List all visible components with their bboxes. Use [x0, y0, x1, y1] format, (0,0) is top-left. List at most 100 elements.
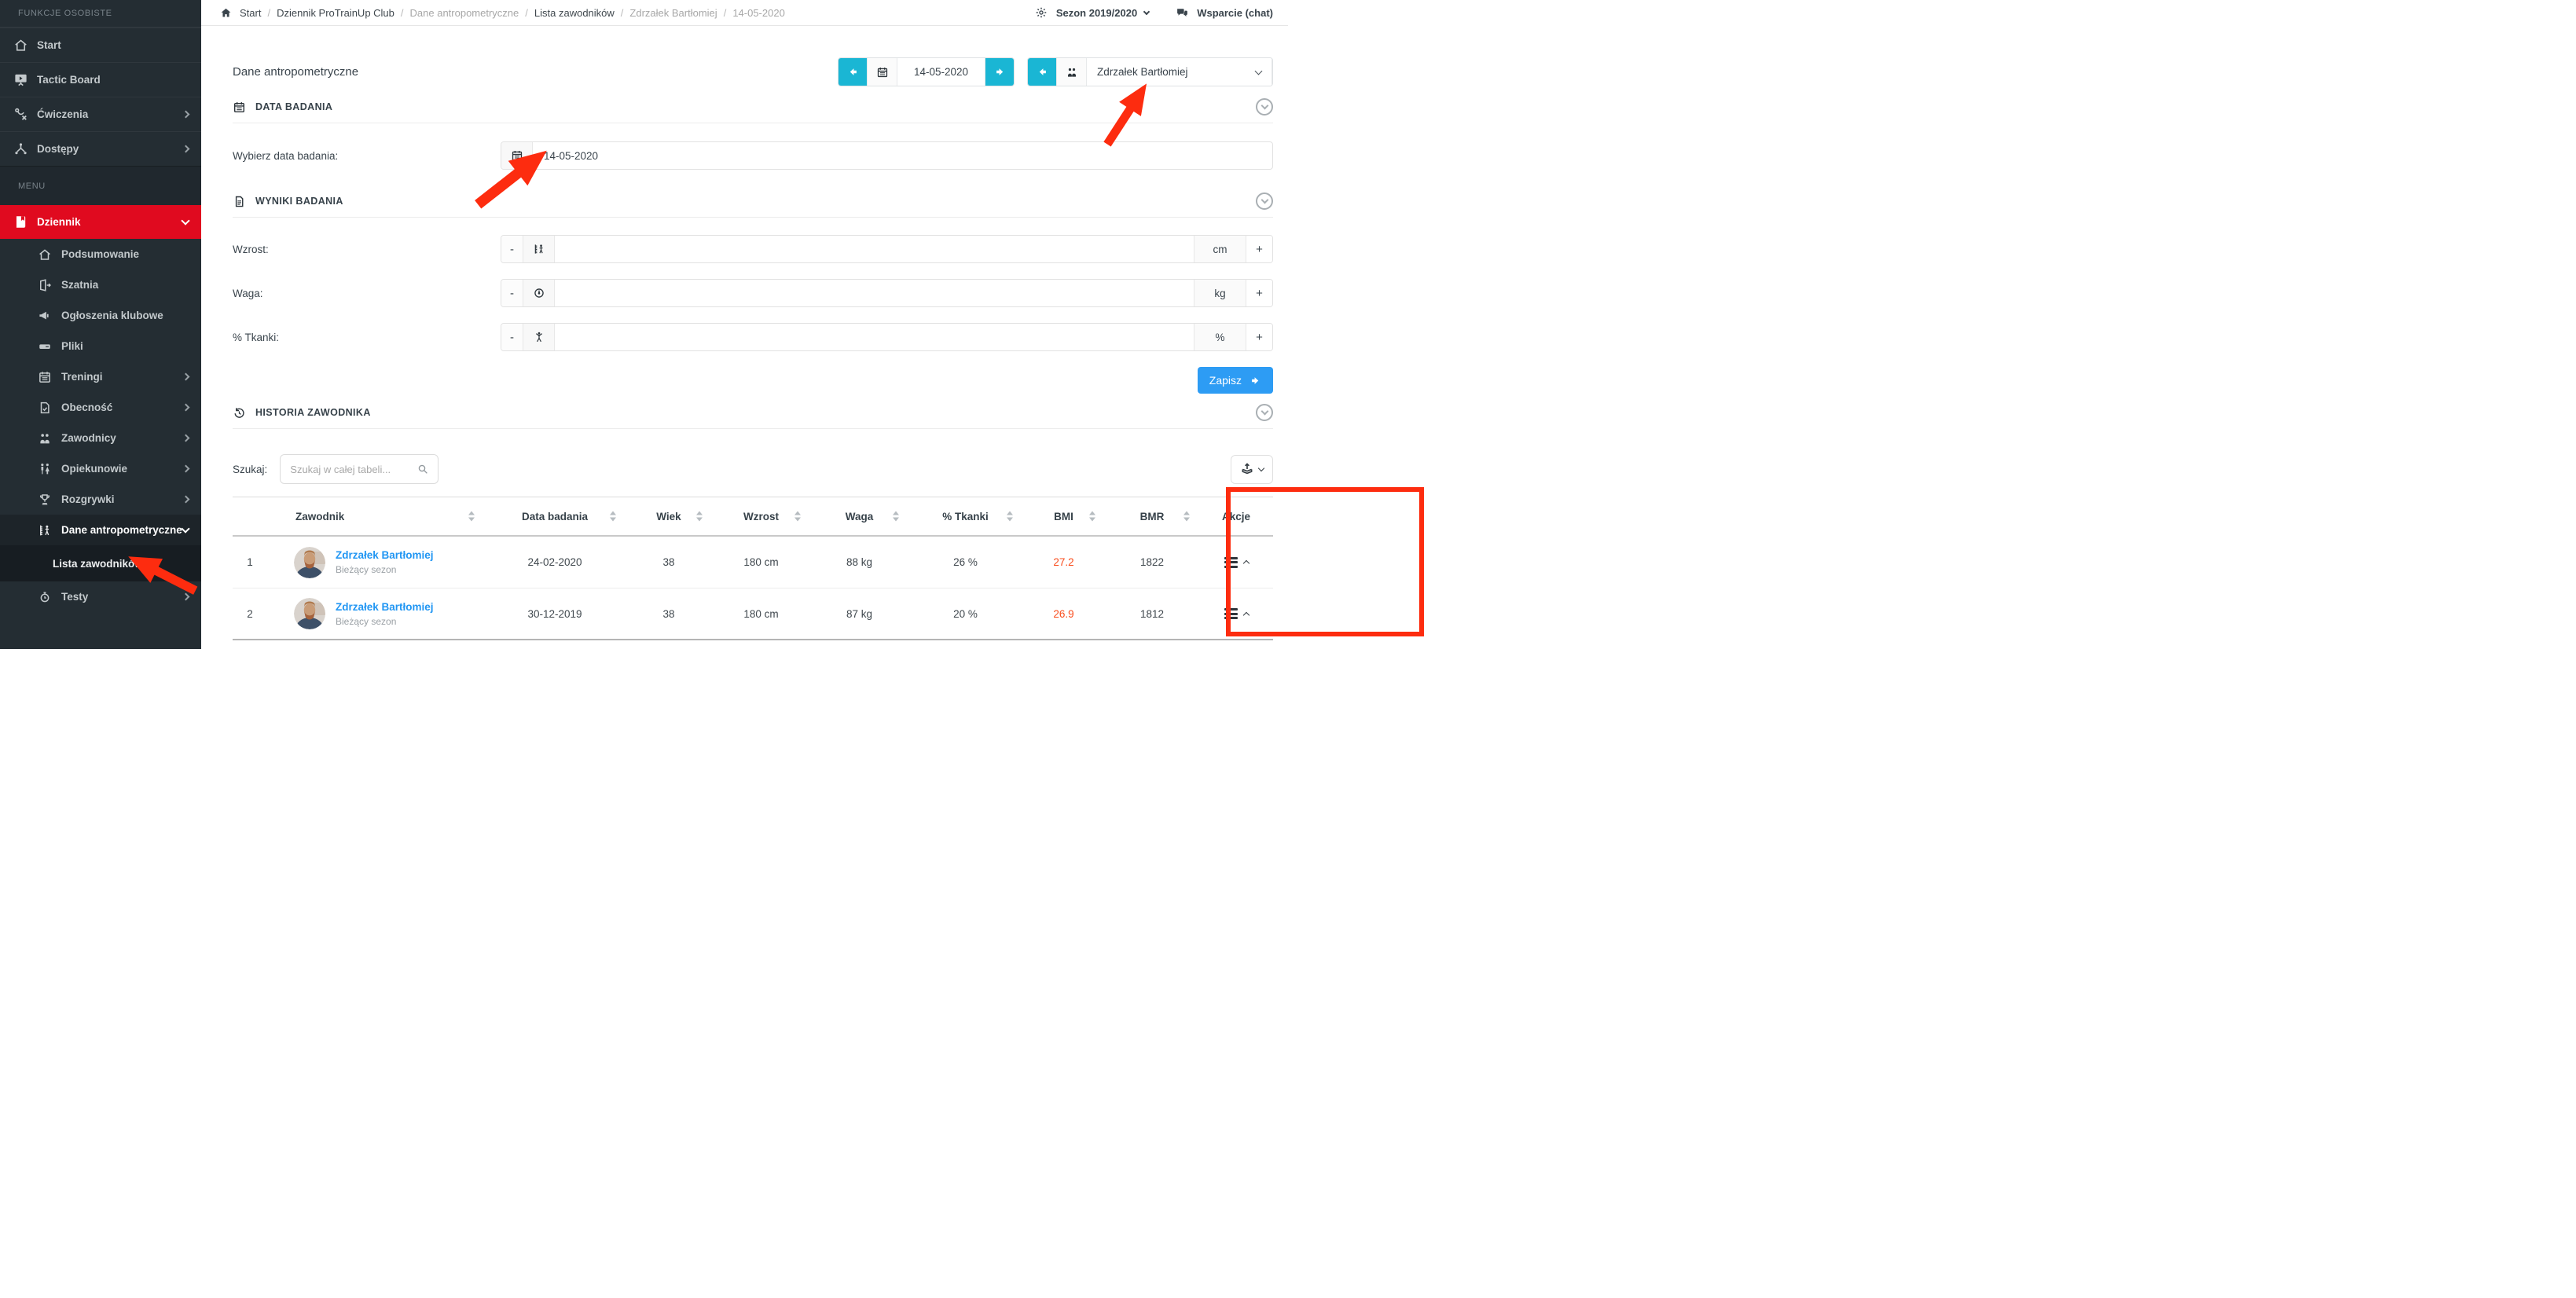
cell-date: 24-02-2020	[484, 556, 626, 568]
row-actions-button[interactable]	[1199, 557, 1273, 568]
chevron-up-icon	[1242, 611, 1249, 618]
search-box	[280, 454, 439, 484]
sidebar-item-label: Treningi	[61, 371, 103, 383]
breadcrumb-item[interactable]: Zdrzałek Bartłomiej	[629, 7, 717, 19]
height-ruler-icon	[523, 236, 555, 262]
calendar-button[interactable]	[867, 58, 897, 86]
next-date-button[interactable]	[985, 58, 1014, 86]
sidebar-item-ogloszenia[interactable]: Ogłoszenia klubowe	[0, 300, 201, 331]
table-header-bmi[interactable]: BMI	[1022, 511, 1105, 522]
sidebar-item-pliki[interactable]: Pliki	[0, 331, 201, 361]
weight-input[interactable]	[555, 280, 1194, 306]
date-field[interactable]: 14-05-2020	[897, 58, 985, 86]
sidebar-item-label: Obecność	[61, 402, 112, 413]
sidebar-item-obecnosc[interactable]: Obecność	[0, 392, 201, 423]
stopwatch-icon	[37, 590, 53, 604]
collapse-section-button[interactable]	[1256, 98, 1273, 116]
increment-button[interactable]: +	[1246, 280, 1272, 306]
sidebar: FUNKCJE OSOBISTE Start Tactic Board Ćwic…	[0, 0, 201, 649]
height-input[interactable]	[555, 236, 1194, 262]
table-header-bmr[interactable]: BMR	[1105, 511, 1199, 522]
sidebar-item-podsumowanie[interactable]: Podsumowanie	[0, 239, 201, 270]
home-icon	[13, 38, 28, 53]
sidebar-item-testy[interactable]: Testy	[0, 581, 201, 612]
support-chat-link[interactable]: Wsparcie (chat)	[1197, 7, 1273, 19]
collapse-section-button[interactable]	[1256, 404, 1273, 421]
breadcrumb-item[interactable]: Dziennik ProTrainUp Club	[277, 7, 394, 19]
collapse-section-button[interactable]	[1256, 192, 1273, 210]
player-select-value: Zdrzałek Bartłomiej	[1097, 66, 1188, 78]
sidebar-item-label: Testy	[61, 591, 88, 603]
prev-date-button[interactable]	[838, 58, 867, 86]
book-icon	[13, 214, 28, 229]
sidebar-item-tactic-board[interactable]: Tactic Board	[0, 62, 201, 97]
cell-height: 180 cm	[712, 608, 810, 620]
section-title: HISTORIA ZAWODNIKA	[255, 407, 371, 418]
sidebar-item-dane-antropometryczne[interactable]: Dane antropometryczne	[0, 515, 201, 545]
sidebar-item-rozgrywki[interactable]: Rozgrywki	[0, 484, 201, 515]
table-header-wzrost[interactable]: Wzrost	[712, 511, 810, 522]
megaphone-icon	[37, 309, 53, 323]
increment-button[interactable]: +	[1246, 324, 1272, 350]
export-button[interactable]	[1231, 455, 1273, 484]
home-icon[interactable]	[218, 7, 233, 19]
sort-icon	[610, 512, 616, 522]
sort-icon	[1007, 512, 1013, 522]
sidebar-item-lista-zawodnikow[interactable]: Lista zawodników	[0, 545, 201, 581]
history-icon	[233, 406, 246, 420]
breadcrumb-item[interactable]: Lista zawodników	[534, 7, 615, 19]
calendar-icon[interactable]	[501, 142, 533, 169]
cell-age: 38	[626, 556, 712, 568]
search-input[interactable]	[290, 464, 416, 475]
sidebar-item-zawodnicy[interactable]: Zawodnicy	[0, 423, 201, 453]
sidebar-item-szatnia[interactable]: Szatnia	[0, 270, 201, 300]
table-header-zawodnik[interactable]: Zawodnik	[267, 511, 484, 522]
breadcrumb-separator: /	[401, 7, 404, 19]
save-button[interactable]: Zapisz	[1198, 367, 1273, 394]
fat-input[interactable]	[555, 324, 1194, 350]
calendar-grid-icon	[233, 101, 246, 114]
avatar[interactable]	[294, 547, 325, 578]
decrement-button[interactable]: -	[501, 280, 523, 306]
sidebar-item-treningi[interactable]: Treningi	[0, 361, 201, 392]
decrement-button[interactable]: -	[501, 324, 523, 350]
sort-icon	[1183, 512, 1190, 522]
decrement-button[interactable]: -	[501, 236, 523, 262]
row-actions-button[interactable]	[1199, 608, 1273, 619]
row-number: 1	[233, 556, 267, 568]
sidebar-item-dostepy[interactable]: Dostępy	[0, 131, 201, 166]
date-field-label: Wybierz data badania:	[233, 150, 501, 162]
sidebar-item-opiekunowie[interactable]: Opiekunowie	[0, 453, 201, 484]
player-select[interactable]: Zdrzałek Bartłomiej	[1087, 58, 1272, 86]
exam-date-input[interactable]	[533, 150, 1272, 162]
sidebar-item-label: Zawodnicy	[61, 432, 116, 444]
prev-player-button[interactable]	[1028, 58, 1056, 86]
breadcrumb-separator: /	[621, 7, 624, 19]
height-measure-icon	[37, 523, 53, 537]
player-name-link[interactable]: Zdrzałek Bartłomiej	[336, 601, 434, 613]
breadcrumb-item[interactable]: Start	[240, 7, 261, 19]
sidebar-item-label: Dostępy	[37, 143, 79, 155]
sidebar-item-start[interactable]: Start	[0, 28, 201, 62]
table-header-data-badania[interactable]: Data badania	[484, 511, 626, 522]
player-season: Bieżący sezon	[336, 564, 434, 575]
table-header-tkanki[interactable]: % Tkanki	[908, 511, 1022, 522]
player-name-link[interactable]: Zdrzałek Bartłomiej	[336, 549, 434, 561]
home-outline-icon	[37, 248, 53, 262]
section-header-historia: HISTORIA ZAWODNIKA	[233, 404, 1273, 429]
chat-icon[interactable]	[1174, 6, 1190, 20]
breadcrumb-separator: /	[724, 7, 727, 19]
table-header-wiek[interactable]: Wiek	[626, 511, 712, 522]
guardians-icon	[37, 462, 53, 476]
breadcrumb-item[interactable]: Dane antropometryczne	[410, 7, 519, 19]
gear-icon[interactable]	[1033, 6, 1049, 19]
sidebar-item-label: Tactic Board	[37, 74, 101, 86]
chevron-right-icon	[182, 593, 190, 601]
row-number: 2	[233, 608, 267, 620]
sidebar-item-cwiczenia[interactable]: Ćwiczenia	[0, 97, 201, 131]
avatar[interactable]	[294, 598, 325, 629]
season-selector[interactable]: Sezon 2019/2020	[1056, 7, 1137, 19]
table-header-waga[interactable]: Waga	[810, 511, 908, 522]
increment-button[interactable]: +	[1246, 236, 1272, 262]
sidebar-item-dziennik[interactable]: Dziennik	[0, 205, 201, 239]
